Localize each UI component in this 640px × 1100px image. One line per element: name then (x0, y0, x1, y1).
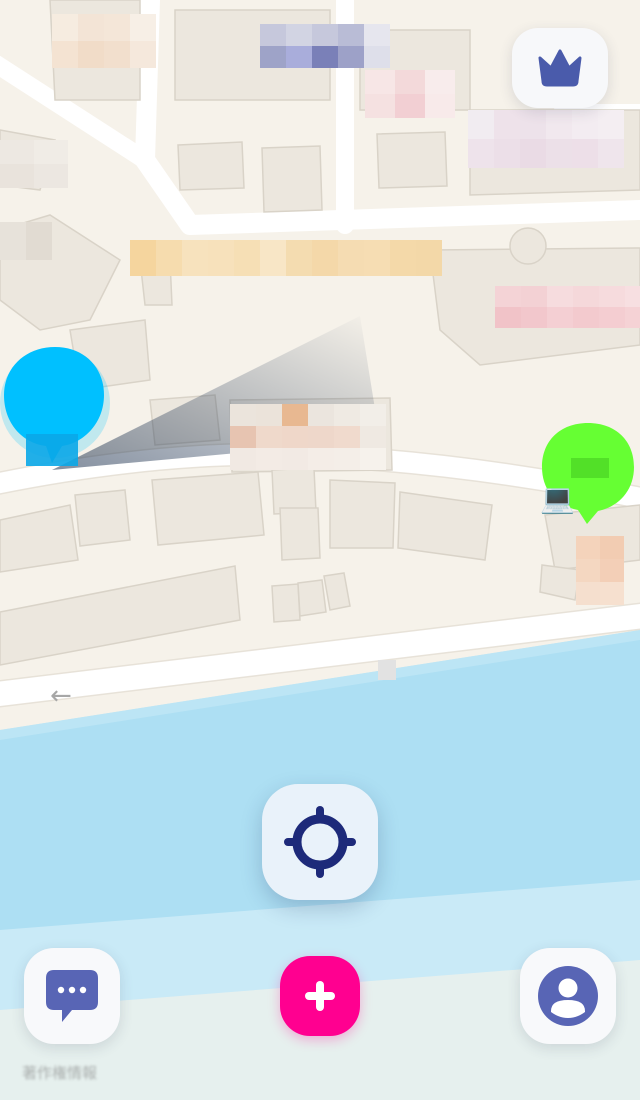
pixelated-label-ne (468, 110, 624, 168)
recenter-button[interactable] (262, 784, 378, 900)
profile-button[interactable] (520, 948, 616, 1044)
pixelated-label-nw (52, 14, 156, 68)
plus-icon (305, 981, 335, 1011)
crosshair-icon (284, 806, 356, 878)
pixelated-street-label (130, 240, 442, 276)
laptop-icon: 💻 (540, 482, 575, 515)
pixelated-poi-label (230, 404, 386, 470)
one-way-arrow: ← (50, 681, 72, 711)
map-screen: ← 💻 著作権情報 (0, 0, 640, 1100)
crown-icon (538, 49, 582, 87)
chat-bubble-icon (46, 970, 98, 1022)
self-location-marker[interactable] (0, 343, 110, 468)
pixelated-label-se (576, 536, 624, 606)
pixelated-label-w2 (0, 222, 52, 260)
pixelated-label-n (365, 70, 455, 118)
add-button[interactable] (280, 956, 360, 1036)
pixelated-label-w (0, 140, 68, 188)
pixelated-label-road (378, 660, 396, 680)
map-attribution-link[interactable]: 著作権情報 (22, 1062, 97, 1083)
pixelated-place-label (260, 24, 390, 68)
user-icon (538, 966, 598, 1026)
chat-button[interactable] (24, 948, 120, 1044)
premium-button[interactable] (512, 28, 608, 108)
pixelated-label-e (495, 286, 640, 328)
